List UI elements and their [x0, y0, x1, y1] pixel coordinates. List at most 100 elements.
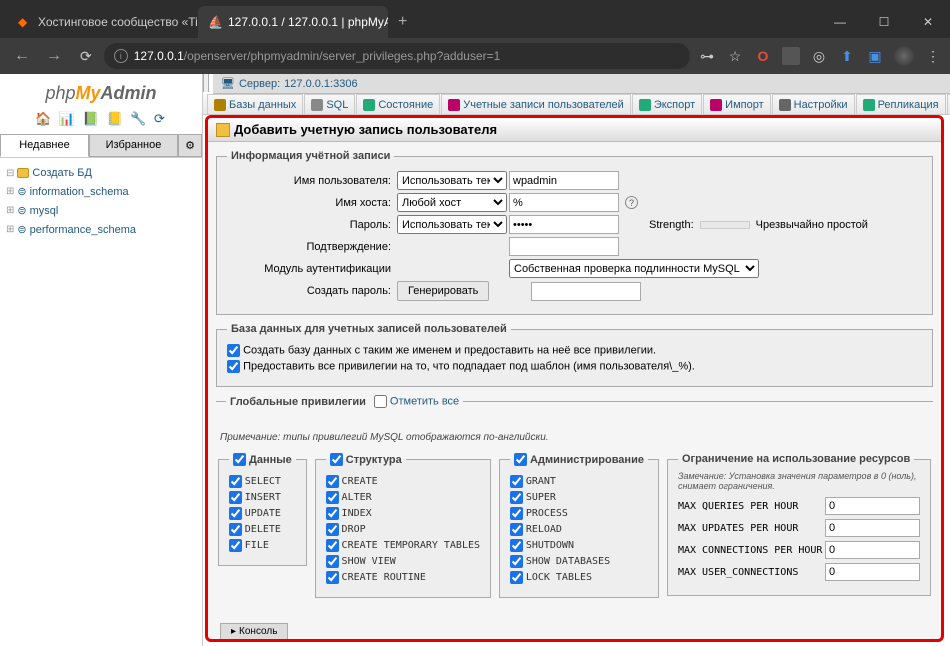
priv-checkbox[interactable]: [326, 523, 339, 536]
priv-checkbox-label[interactable]: SHOW VIEW: [326, 555, 480, 568]
tab-recent[interactable]: Недавнее: [0, 134, 89, 157]
db-item[interactable]: ⊞⊜mysql: [4, 201, 198, 220]
priv-checkbox-label[interactable]: INSERT: [229, 491, 296, 504]
priv-checkbox-label[interactable]: LOCK TABLES: [510, 571, 648, 584]
username-input[interactable]: [509, 171, 619, 190]
priv-checkbox[interactable]: [510, 555, 523, 568]
browser-tab-active[interactable]: ⛵ 127.0.0.1 / 127.0.0.1 | phpMyAd… ×: [198, 6, 388, 38]
create-db-link[interactable]: ⊟Создать БД: [4, 164, 198, 182]
priv-checkbox[interactable]: [326, 491, 339, 504]
priv-checkbox-label[interactable]: GRANT: [510, 475, 648, 488]
topnav-item[interactable]: Ещё▾: [947, 94, 950, 114]
ext-icon[interactable]: ▣: [866, 47, 884, 65]
password-mode-select[interactable]: Использовать тексто: [397, 215, 507, 234]
priv-checkbox[interactable]: [229, 475, 242, 488]
priv-checkbox[interactable]: [510, 475, 523, 488]
limit-input[interactable]: [825, 563, 920, 581]
tab-favorites[interactable]: Избранное: [89, 134, 178, 157]
topnav-item[interactable]: Состояние: [356, 94, 440, 114]
sidebar-quick-icons[interactable]: 🏠 📊 📗 📒 🔧 ⟳: [0, 108, 202, 130]
help-icon[interactable]: ?: [625, 196, 638, 209]
priv-checkbox[interactable]: [510, 539, 523, 552]
ext-icon[interactable]: [782, 47, 800, 65]
db-item[interactable]: ⊞⊜information_schema: [4, 182, 198, 201]
confirm-input[interactable]: [509, 237, 619, 256]
priv-checkbox-label[interactable]: CREATE TEMPORARY TABLES: [326, 539, 480, 552]
checkall-checkbox[interactable]: [374, 395, 387, 408]
priv-checkbox-label[interactable]: PROCESS: [510, 507, 648, 520]
priv-checkbox[interactable]: [326, 571, 339, 584]
topnav-item[interactable]: Репликация: [856, 94, 946, 114]
sidebar-settings-icon[interactable]: ⚙: [178, 134, 202, 157]
priv-checkbox[interactable]: [229, 539, 242, 552]
grant-wildcard-checkbox-label[interactable]: Предоставить все привилегии на то, что п…: [227, 360, 922, 373]
priv-checkbox-label[interactable]: SHOW DATABASES: [510, 555, 648, 568]
priv-checkbox[interactable]: [510, 523, 523, 536]
create-db-checkbox-label[interactable]: Создать базу данных с таким же именем и …: [227, 344, 922, 357]
server-breadcrumb[interactable]: 🖥 Сервер: 127.0.0.1:3306: [213, 74, 950, 94]
priv-checkbox[interactable]: [326, 507, 339, 520]
checkall-label[interactable]: Отметить все: [374, 395, 459, 408]
priv-checkbox[interactable]: [229, 507, 242, 520]
topnav-item[interactable]: Импорт: [703, 94, 770, 114]
priv-checkbox[interactable]: [510, 491, 523, 504]
star-icon[interactable]: ☆: [726, 47, 744, 65]
priv-checkbox[interactable]: [326, 475, 339, 488]
priv-checkbox[interactable]: [326, 539, 339, 552]
menu-icon[interactable]: ⋮: [924, 47, 942, 65]
priv-checkbox[interactable]: [510, 571, 523, 584]
drag-handle[interactable]: [203, 74, 209, 92]
url-bar[interactable]: i 127.0.0.1/openserver/phpmyadmin/server…: [104, 43, 690, 69]
auth-select[interactable]: Собственная проверка подлинности MySQL: [509, 259, 759, 278]
username-mode-select[interactable]: Использовать тексто: [397, 171, 507, 190]
host-input[interactable]: [509, 193, 619, 212]
new-tab-button[interactable]: +: [388, 13, 417, 31]
priv-checkbox[interactable]: [229, 491, 242, 504]
host-mode-select[interactable]: Любой хост: [397, 193, 507, 212]
priv-checkbox-label[interactable]: SUPER: [510, 491, 648, 504]
db-item[interactable]: ⊞⊜performance_schema: [4, 220, 198, 239]
priv-checkbox[interactable]: [326, 555, 339, 568]
key-icon[interactable]: ⊶: [698, 47, 716, 65]
limit-input[interactable]: [825, 497, 920, 515]
grant-wildcard-checkbox[interactable]: [227, 360, 240, 373]
generated-password-input[interactable]: [531, 282, 641, 301]
close-window-button[interactable]: ✕: [906, 6, 950, 38]
ext-icon[interactable]: ◎: [810, 47, 828, 65]
profile-avatar[interactable]: [894, 46, 914, 66]
site-info-icon[interactable]: i: [114, 49, 128, 63]
priv-checkbox-label[interactable]: CREATE: [326, 475, 480, 488]
create-db-checkbox[interactable]: [227, 344, 240, 357]
priv-checkbox-label[interactable]: UPDATE: [229, 507, 296, 520]
priv-checkbox[interactable]: [510, 507, 523, 520]
reload-button[interactable]: ⟳: [76, 44, 96, 69]
ext-icon[interactable]: ⬆: [838, 47, 856, 65]
limit-input[interactable]: [825, 541, 920, 559]
opera-icon[interactable]: O: [754, 47, 772, 65]
priv-checkbox-label[interactable]: RELOAD: [510, 523, 648, 536]
generate-button[interactable]: Генерировать: [397, 281, 489, 301]
data-legend[interactable]: Данные: [233, 453, 292, 466]
limit-input[interactable]: [825, 519, 920, 537]
console-tab[interactable]: ▸Консоль: [220, 623, 288, 639]
topnav-item[interactable]: Базы данных: [207, 94, 303, 114]
priv-checkbox-label[interactable]: ALTER: [326, 491, 480, 504]
priv-checkbox-label[interactable]: INDEX: [326, 507, 480, 520]
priv-checkbox-label[interactable]: CREATE ROUTINE: [326, 571, 480, 584]
password-input[interactable]: [509, 215, 619, 234]
topnav-item[interactable]: Экспорт: [632, 94, 702, 114]
topnav-item[interactable]: Настройки: [772, 94, 855, 114]
forward-button[interactable]: →: [40, 43, 68, 69]
priv-checkbox-label[interactable]: FILE: [229, 539, 296, 552]
priv-checkbox-label[interactable]: SHUTDOWN: [510, 539, 648, 552]
topnav-item[interactable]: Учетные записи пользователей: [441, 94, 631, 114]
priv-checkbox-label[interactable]: DELETE: [229, 523, 296, 536]
browser-tab[interactable]: ◆ Хостинговое сообщество «Tim… ×: [8, 6, 198, 38]
logo[interactable]: phpMyAdmin: [0, 79, 202, 108]
priv-checkbox[interactable]: [229, 523, 242, 536]
priv-checkbox-label[interactable]: DROP: [326, 523, 480, 536]
topnav-item[interactable]: SQL: [304, 94, 355, 114]
maximize-button[interactable]: ☐: [862, 6, 906, 38]
back-button[interactable]: ←: [8, 43, 36, 69]
priv-checkbox-label[interactable]: SELECT: [229, 475, 296, 488]
